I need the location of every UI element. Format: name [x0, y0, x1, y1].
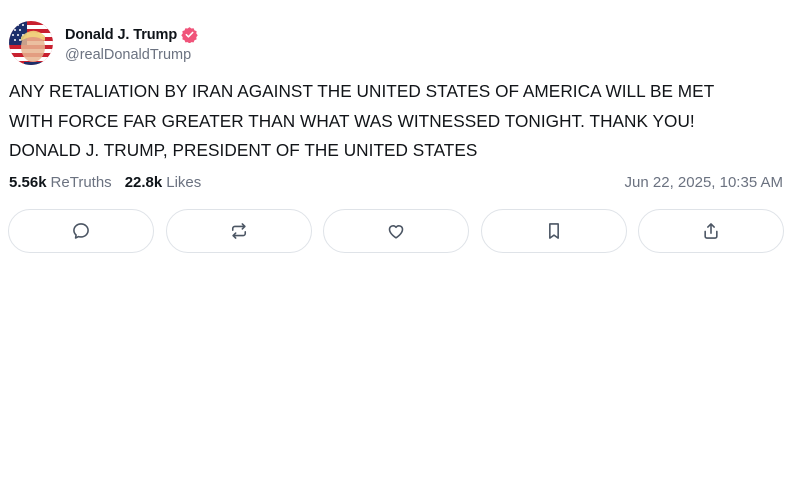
post-text-line: WITH FORCE FAR GREATER THAN WHAT WAS WIT… [9, 110, 695, 131]
avatar-image [9, 21, 53, 65]
avatar[interactable] [9, 21, 53, 65]
share-icon [704, 223, 718, 239]
retruths-count: 5.56k [9, 173, 47, 191]
post-text-line: DONALD J. TRUMP, PRESIDENT OF THE UNITED… [9, 140, 478, 160]
action-bar [8, 209, 784, 253]
retruths-label: ReTruths [50, 173, 112, 191]
share-button[interactable] [638, 209, 784, 253]
bookmark-button[interactable] [480, 209, 627, 253]
post-text-line: ANY RETALIATION BY IRAN AGAINST THE UNIT… [9, 81, 715, 101]
comment-icon [73, 223, 89, 239]
retruths-stat[interactable]: 5.56k ReTruths [9, 174, 112, 191]
post-stats: 5.56k ReTruths 22.8k Likes Jun 22, 2025, 1… [9, 172, 783, 192]
repost-icon [231, 223, 246, 239]
verified-badge-icon [181, 26, 198, 44]
display-name[interactable]: Donald J. Trump [65, 27, 177, 43]
post-timestamp[interactable]: Jun 22, 2025, 10:35 AM [625, 174, 783, 191]
author-handle[interactable]: @realDonaldTrump [65, 47, 198, 63]
heart-icon [388, 225, 404, 239]
post-header: Donald J. Trump @realDonaldTrump [9, 20, 198, 66]
likes-stat[interactable]: 22.8k Likes [125, 174, 202, 191]
reply-button[interactable] [8, 209, 154, 253]
like-button[interactable] [323, 209, 469, 253]
likes-label: Likes [166, 173, 202, 191]
retruth-button[interactable] [165, 209, 312, 253]
likes-count: 22.8k [124, 173, 163, 191]
name-row: Donald J. Trump [65, 24, 198, 46]
post-body: ANY RETALIATION BY IRAN AGAINST THE UNIT… [9, 77, 789, 166]
bookmark-icon [548, 223, 559, 239]
author-names: Donald J. Trump @realDonaldTrump [65, 24, 198, 63]
